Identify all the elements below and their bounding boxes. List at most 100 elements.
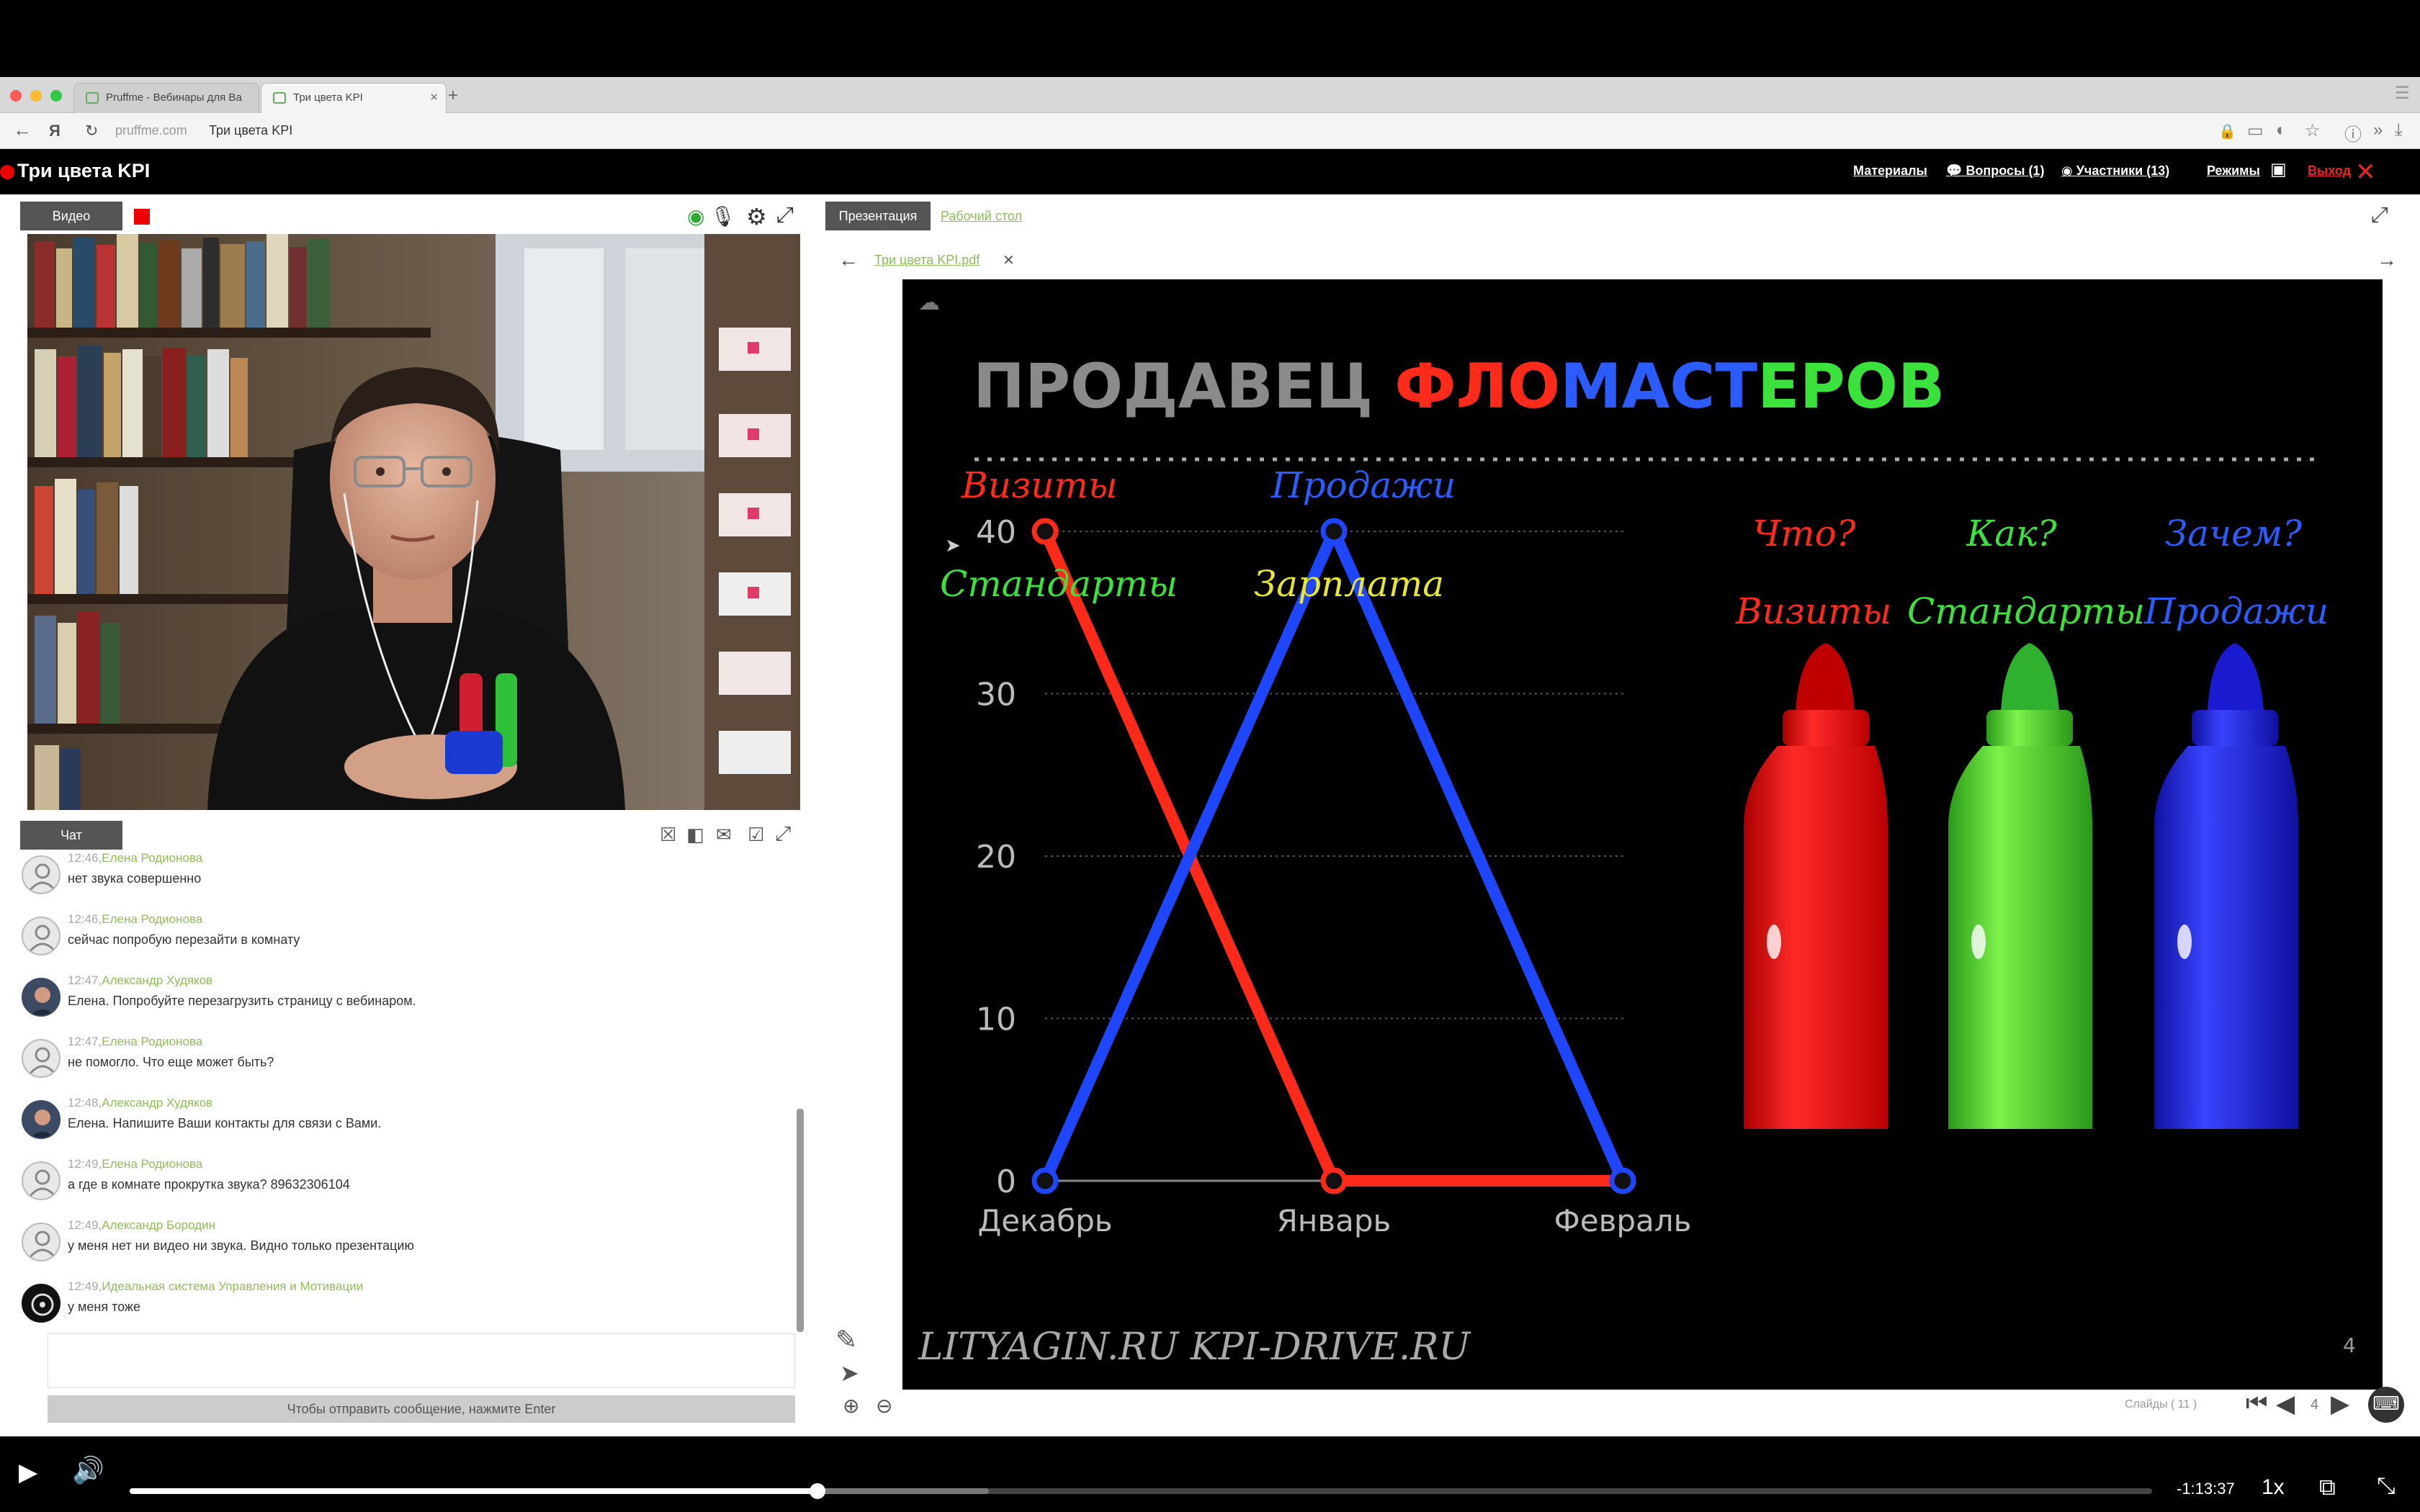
export-icon[interactable]: ◧ [686, 824, 704, 846]
participants-link[interactable]: ◉ Участники (13) [2061, 163, 2169, 179]
chat-author[interactable]: Елена Родионова [102, 912, 202, 926]
modes-link[interactable]: Режимы [2207, 163, 2260, 179]
presentation-slide[interactable]: ☁ ПРОДАВЕЦ ФЛОМАСТЕРОВ 0 10 20 30 40 Декабрь Я… [902, 279, 2383, 1390]
tab-presentation[interactable]: Презентация [825, 202, 931, 230]
yandex-icon[interactable]: Я [49, 122, 60, 140]
lock-icon: 🔒 [2218, 124, 2236, 140]
prev-slide-icon[interactable]: ◀ [2276, 1390, 2295, 1418]
microphone-icon[interactable]: 🎙 [710, 204, 736, 228]
info-icon[interactable]: ⓘ [2344, 120, 2362, 145]
tab-chat[interactable]: Чат [20, 821, 122, 850]
chat-author[interactable]: Идеальная система Управления и Мотивации [102, 1279, 363, 1293]
chat-message-list[interactable]: 12:46,Елена Родионова нет звука совершен… [0, 851, 807, 1341]
progress-bar [130, 1488, 817, 1494]
chat-author[interactable]: Елена Родионова [102, 851, 202, 865]
chat-send-hint[interactable]: Чтобы отправить сообщение, нажмите Enter [48, 1395, 795, 1423]
expand-chat-icon[interactable]: ⤢ [775, 822, 791, 846]
browser-tab-webinar[interactable]: Три цвета KPI ✕ [261, 83, 447, 113]
check-icon[interactable]: ☑ [748, 824, 764, 846]
record-stop-icon[interactable] [134, 209, 150, 225]
menu-icon[interactable]: ☰ [2394, 83, 2410, 104]
avatar-default-icon [22, 1161, 60, 1200]
chat-text: а где в комнате прокрутка звука? 8963230… [68, 1177, 350, 1192]
exit-icon[interactable]: ✕ [2355, 158, 2376, 186]
prev-file-icon[interactable]: ← [838, 248, 859, 271]
playback-speed[interactable]: 1x [2262, 1475, 2285, 1500]
file-name[interactable]: Три цвета KPI.pdf [874, 253, 980, 268]
more-icon[interactable]: » [2373, 120, 2383, 140]
chat-author[interactable]: Александр Худяков [102, 1096, 212, 1110]
layout-icon[interactable]: ▣ [2270, 159, 2287, 180]
data-point [1031, 1167, 1059, 1194]
chat-input[interactable] [48, 1333, 795, 1388]
chat-time: 12:47, [68, 973, 102, 987]
address-title[interactable]: Три цвета KPI [209, 123, 292, 138]
chat-author[interactable]: Александр Бородин [102, 1218, 215, 1232]
pointer-icon[interactable]: ➤ [840, 1359, 859, 1387]
mail-icon[interactable]: ✉ [716, 824, 732, 846]
clear-chat-icon[interactable]: ☒ [660, 824, 676, 846]
avatar-logo-icon [22, 1284, 60, 1323]
chat-message-meta: 12:49,Елена Родионова [68, 1157, 202, 1171]
exit-fullscreen-icon[interactable]: ⤡ [2377, 1472, 2396, 1500]
first-slide-icon[interactable]: ⏮ [2246, 1390, 2268, 1418]
minimize-window-button[interactable] [30, 90, 42, 102]
reload-icon[interactable]: ↻ [85, 122, 98, 140]
video-panel-header: Видео ◉ 🎙 ⚙ ⤢ [20, 202, 802, 233]
progress-track[interactable] [130, 1483, 2152, 1499]
chat-message: 12:49,Александр Бородин у меня нет ни ви… [22, 1218, 785, 1280]
next-slide-icon[interactable]: ▶ [2331, 1390, 2349, 1418]
captions-icon[interactable]: ⌨ [2368, 1387, 2404, 1423]
tab-label: Три цвета KPI [293, 91, 363, 104]
video-player-bar: ▶ 🔊 -1:13:37 1x ⧉ ⤡ [0, 1436, 2420, 1512]
presenter-video[interactable] [27, 234, 800, 810]
downloads-icon[interactable]: ⤓ [2395, 120, 2403, 140]
questions-link[interactable]: 💬 Вопросы (1) [1946, 163, 2044, 179]
extension-icon[interactable]: ▭ [2247, 120, 2264, 141]
chat-author[interactable]: Александр Худяков [102, 973, 212, 987]
materials-link[interactable]: Материалы [1853, 163, 1927, 179]
presentation-fullscreen-icon[interactable]: ⤢ [2371, 203, 2388, 228]
bookmark-star-icon[interactable]: ☆ [2305, 120, 2321, 141]
chat-author[interactable]: Елена Родионова [102, 1157, 202, 1171]
questions-icon: 💬 [1946, 163, 1963, 178]
cloud-icon[interactable]: ☁ [918, 290, 940, 315]
close-window-button[interactable] [10, 90, 22, 102]
exit-link[interactable]: Выход [2308, 163, 2351, 179]
label-salary: Зарплата [1254, 563, 1444, 605]
blue-marker-icon [2154, 643, 2298, 1129]
chat-time: 12:46, [68, 912, 102, 926]
picture-in-picture-icon[interactable]: ⧉ [2319, 1474, 2336, 1501]
file-bar: ← Три цвета KPI.pdf ✕ → [835, 248, 2406, 277]
new-tab-button[interactable]: + [448, 86, 458, 106]
chat-text: не помогло. Что еще может быть? [68, 1055, 274, 1069]
volume-icon[interactable]: 🔊 [72, 1455, 104, 1485]
chat-scrollbar[interactable] [797, 1109, 804, 1332]
chat-time: 12:48, [68, 1096, 102, 1110]
zoom-in-icon[interactable]: ⊕ [843, 1394, 859, 1418]
zoom-out-icon[interactable]: ⊖ [876, 1394, 892, 1418]
address-domain[interactable]: pruffme.com [115, 123, 187, 138]
chat-author[interactable]: Елена Родионова [102, 1035, 202, 1048]
fullscreen-icon[interactable]: ⤢ [776, 203, 794, 228]
chat-message-meta: 12:49,Идеальная система Управления и Мот… [68, 1279, 363, 1294]
download-icon[interactable]: ◐ [2276, 120, 2287, 140]
play-icon[interactable]: ▶ [19, 1458, 37, 1487]
back-icon[interactable]: ← [13, 119, 32, 141]
chat-message-meta: 12:46,Елена Родионова [68, 851, 202, 865]
chat-text: у меня нет ни видео ни звука. Видно толь… [68, 1238, 414, 1253]
settings-gear-icon[interactable]: ⚙ [746, 203, 767, 230]
pencil-icon[interactable]: ✎ [835, 1325, 857, 1355]
tab-desktop[interactable]: Рабочий стол [941, 209, 1022, 224]
close-tab-icon[interactable]: ✕ [429, 91, 439, 104]
avatar-photo-icon [22, 1100, 60, 1139]
chat-text: нет звука совершенно [68, 871, 202, 886]
tab-video[interactable]: Видео [20, 202, 122, 230]
browser-tab-pruffme[interactable]: Pruffme - Вебинары для Ва [73, 83, 259, 113]
next-file-icon[interactable]: → [2377, 248, 2397, 271]
x-tick-label: Январь [1277, 1203, 1392, 1238]
close-file-icon[interactable]: ✕ [1003, 251, 1015, 269]
maximize-window-button[interactable] [50, 90, 62, 102]
progress-thumb[interactable] [809, 1483, 825, 1499]
chat-text: Елена. Попробуйте перезагрузить страницу… [68, 994, 416, 1008]
